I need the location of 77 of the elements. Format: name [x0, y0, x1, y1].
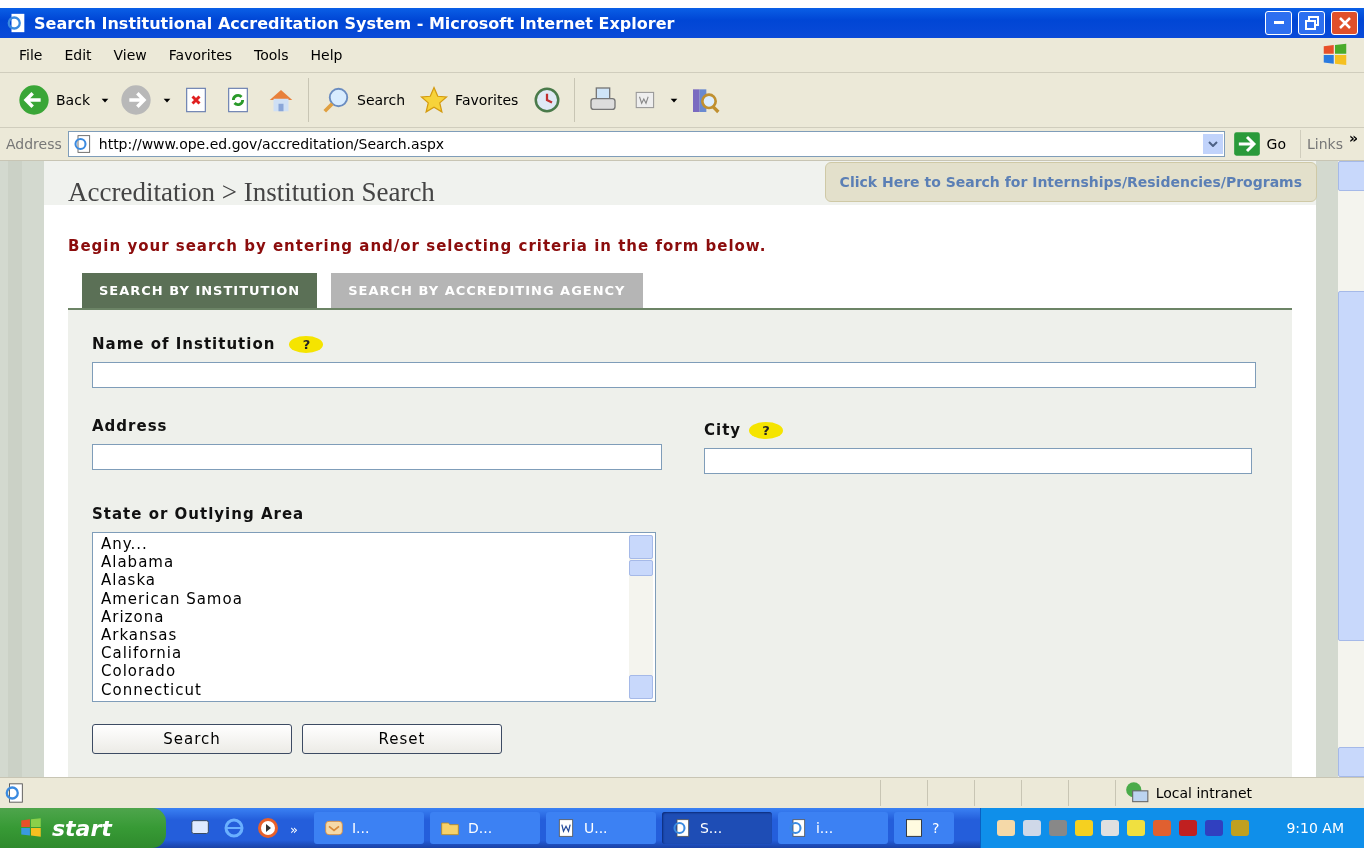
menu-item[interactable]: Help: [299, 47, 354, 63]
list-option[interactable]: California: [101, 644, 629, 663]
browser-page-icon: [4, 782, 26, 804]
intro-text: Begin your search by entering and/or selecting criteria in the form below.: [68, 237, 768, 255]
field-label: Name of Institution: [92, 335, 276, 353]
media-player-icon: [256, 816, 280, 840]
tray-icon[interactable]: [1176, 817, 1199, 839]
browser-page-icon: [671, 818, 692, 838]
browser-icon: [222, 816, 246, 840]
window-title: Search Institutional Accreditation System - Microsoft Internet Explorer: [34, 13, 676, 33]
chevron-down-icon: [1207, 141, 1218, 147]
taskbar-button[interactable]: S...: [661, 812, 772, 844]
search-button[interactable]: Search: [317, 83, 410, 117]
taskbar-button[interactable]: I...: [313, 812, 424, 844]
list-option[interactable]: American Samoa: [101, 589, 629, 608]
star-icon: [419, 85, 450, 115]
input-field[interactable]: [92, 444, 662, 470]
more-quick-launch[interactable]: »: [290, 822, 298, 837]
restore-button[interactable]: [1298, 11, 1325, 35]
close-button[interactable]: [1331, 11, 1358, 35]
close-icon: [1337, 16, 1352, 30]
list-option[interactable]: Alabama: [101, 553, 629, 572]
browser-page-icon: [72, 134, 93, 154]
tray-icon[interactable]: [1202, 817, 1225, 839]
help-page-icon: [903, 818, 924, 838]
list-option[interactable]: Connecticut: [101, 680, 629, 699]
input-field[interactable]: [92, 362, 1256, 388]
dropdown-button[interactable]: [1202, 134, 1223, 154]
tray-icon[interactable]: [994, 817, 1017, 839]
security-zone: Local intranet: [1155, 785, 1252, 801]
taskbar-button[interactable]: U...: [545, 812, 656, 844]
field-label: State or Outlying Area: [92, 505, 305, 523]
menu-item[interactable]: Edit: [53, 47, 103, 63]
clock: 9:10 AM: [1286, 820, 1344, 836]
menu-item[interactable]: File: [8, 47, 54, 63]
menu-item[interactable]: Tools: [243, 47, 300, 63]
mail-icon: [323, 818, 344, 838]
input-field[interactable]: [704, 448, 1252, 474]
state-list[interactable]: Any... Alabama Alaska American Samoa Arizona Arkansas California Colorado Connecticut: [92, 532, 656, 702]
back-button[interactable]: Back: [14, 82, 94, 118]
menu-item[interactable]: View: [102, 47, 158, 63]
browser-page-icon: [787, 818, 808, 838]
scrollbar[interactable]: [629, 535, 653, 699]
tray-icon[interactable]: [1098, 817, 1121, 839]
list-option[interactable]: Arizona: [101, 607, 629, 626]
field-label: Address: [92, 417, 168, 435]
breadcrumb: Accreditation > Institution Search: [68, 177, 435, 208]
list-option[interactable]: Any...: [101, 535, 629, 554]
help-icon[interactable]: ?: [289, 335, 324, 353]
restore-icon: [1304, 16, 1319, 30]
links-label[interactable]: Links: [1307, 136, 1343, 152]
tray-icon[interactable]: [1072, 817, 1095, 839]
start-button[interactable]: start: [0, 808, 166, 848]
tray-icon[interactable]: [1228, 817, 1251, 839]
address-field[interactable]: http://www.ope.ed.gov/accreditation/Search.aspx: [67, 131, 1225, 157]
favorites-button[interactable]: Favorites: [415, 83, 523, 117]
tray-icon[interactable]: [1124, 817, 1147, 839]
menu-item[interactable]: Favorites: [157, 47, 244, 63]
tray-icon[interactable]: [1020, 817, 1043, 839]
search-icon: [321, 85, 351, 115]
form-button[interactable]: Search: [92, 724, 292, 754]
field-label: City: [704, 421, 742, 439]
list-option[interactable]: Colorado: [101, 662, 629, 681]
minimize-button[interactable]: [1265, 11, 1292, 35]
page-scrollbar[interactable]: [1338, 161, 1364, 777]
help-icon[interactable]: ?: [749, 421, 784, 439]
more-links[interactable]: »: [1348, 130, 1358, 146]
taskbar-button[interactable]: ?: [893, 812, 954, 844]
go-button[interactable]: Go: [1230, 130, 1301, 158]
tab[interactable]: SEARCH BY INSTITUTION: [82, 273, 318, 308]
list-option[interactable]: Alaska: [101, 571, 629, 590]
minimize-icon: [1273, 21, 1284, 25]
form-button[interactable]: Reset: [302, 724, 502, 754]
address-label: Address: [6, 136, 62, 152]
taskbar-button[interactable]: i...: [777, 812, 888, 844]
taskbar-button[interactable]: D...: [429, 812, 540, 844]
list-option[interactable]: Arkansas: [101, 626, 629, 645]
